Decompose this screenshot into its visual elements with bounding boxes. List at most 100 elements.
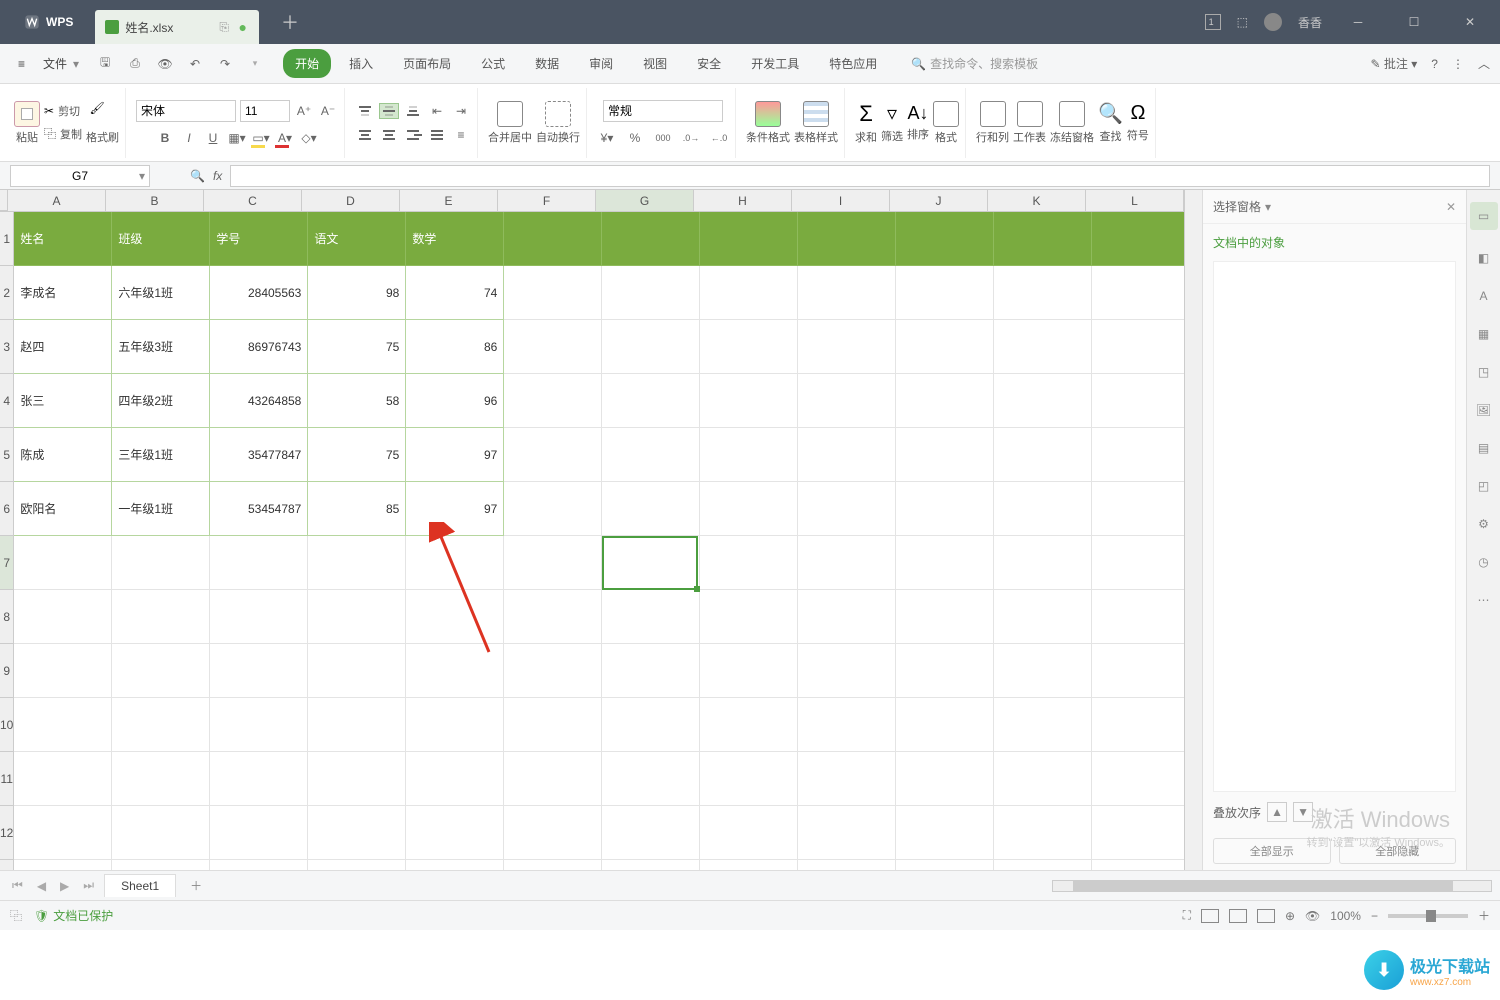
cut-button[interactable]: ✂剪切: [44, 103, 82, 119]
table-style-button[interactable]: 表格样式: [794, 101, 838, 145]
row-header-6[interactable]: 6: [0, 482, 14, 536]
cell[interactable]: [896, 644, 994, 698]
symbol-button[interactable]: Ω符号: [1127, 102, 1149, 143]
cell[interactable]: [14, 644, 112, 698]
cell[interactable]: [700, 428, 798, 482]
rail-chart-icon[interactable]: ◳: [1474, 362, 1494, 382]
cell[interactable]: [112, 644, 210, 698]
cell[interactable]: 97: [406, 482, 504, 536]
row-header-7[interactable]: 7: [0, 536, 14, 590]
cell[interactable]: [14, 590, 112, 644]
italic-icon[interactable]: I: [179, 130, 199, 146]
cell[interactable]: 欧阳名: [14, 482, 112, 536]
more-button[interactable]: ⋮: [1452, 57, 1464, 71]
cell[interactable]: [406, 806, 504, 860]
undo-icon[interactable]: ↶: [185, 54, 205, 74]
cell[interactable]: [896, 806, 994, 860]
cell[interactable]: [994, 536, 1092, 590]
cell[interactable]: 85: [308, 482, 406, 536]
align-middle-icon[interactable]: [379, 103, 399, 119]
thousands-icon[interactable]: 000: [653, 130, 673, 146]
cell[interactable]: [210, 644, 308, 698]
print-preview-icon[interactable]: 👁: [155, 54, 175, 74]
currency-icon[interactable]: ¥▾: [597, 130, 617, 146]
find-button[interactable]: 🔍查找: [1098, 101, 1123, 144]
cell[interactable]: [798, 644, 896, 698]
row-header-11[interactable]: 11: [0, 752, 14, 806]
col-header-A[interactable]: A: [8, 190, 106, 211]
user-avatar[interactable]: [1264, 13, 1282, 31]
sheet-nav-prev[interactable]: ◀: [33, 879, 50, 893]
cell[interactable]: [896, 374, 994, 428]
border-icon[interactable]: ▦▾: [227, 130, 247, 146]
tab-insert[interactable]: 插入: [337, 49, 385, 78]
row-header-5[interactable]: 5: [0, 428, 14, 482]
cell[interactable]: [700, 698, 798, 752]
cell[interactable]: [994, 752, 1092, 806]
cell[interactable]: [308, 644, 406, 698]
rail-table-icon[interactable]: ▦: [1474, 324, 1494, 344]
worksheet-button[interactable]: 工作表: [1013, 101, 1046, 145]
cell[interactable]: [602, 806, 700, 860]
rail-pic-icon[interactable]: ◰: [1474, 476, 1494, 496]
sheet-nav-first[interactable]: ⏮: [8, 878, 27, 893]
cell[interactable]: [308, 698, 406, 752]
rail-more-icon[interactable]: ⋯: [1474, 590, 1494, 610]
font-color-icon[interactable]: A▾: [275, 130, 295, 146]
cell[interactable]: [798, 536, 896, 590]
increase-decimal-icon[interactable]: .0→: [681, 130, 701, 146]
tab-formula[interactable]: 公式: [469, 49, 517, 78]
col-header-C[interactable]: C: [204, 190, 302, 211]
cell[interactable]: 28405563: [210, 266, 308, 320]
cell[interactable]: 86: [406, 320, 504, 374]
cell[interactable]: [504, 374, 602, 428]
tab-security[interactable]: 安全: [685, 49, 733, 78]
format-button[interactable]: 格式: [933, 101, 959, 145]
cell[interactable]: [1092, 320, 1184, 374]
col-header-I[interactable]: I: [792, 190, 890, 211]
cell[interactable]: [994, 428, 1092, 482]
cell[interactable]: [1092, 590, 1184, 644]
zoom-out-button[interactable]: −: [1371, 909, 1378, 923]
cell[interactable]: [700, 374, 798, 428]
cell[interactable]: [112, 590, 210, 644]
cell[interactable]: [994, 806, 1092, 860]
name-box[interactable]: G7 ▾: [10, 165, 150, 187]
cell[interactable]: [700, 752, 798, 806]
dropdown-icon[interactable]: ▾: [245, 54, 265, 74]
collapse-ribbon-button[interactable]: ︿: [1478, 55, 1490, 72]
cell[interactable]: [994, 590, 1092, 644]
cell[interactable]: [798, 806, 896, 860]
row-header-1[interactable]: 1: [0, 212, 14, 266]
select-all-corner[interactable]: [0, 190, 8, 211]
freeze-button[interactable]: 冻结窗格: [1050, 101, 1094, 145]
cell[interactable]: 58: [308, 374, 406, 428]
cell[interactable]: [210, 590, 308, 644]
feedback-icon[interactable]: ⬚: [1237, 15, 1248, 29]
cell[interactable]: [14, 860, 112, 870]
font-name-select[interactable]: [136, 100, 236, 122]
cell[interactable]: 96: [406, 374, 504, 428]
cell[interactable]: 数学: [406, 212, 504, 266]
col-header-E[interactable]: E: [400, 190, 498, 211]
cell[interactable]: [602, 266, 700, 320]
cell[interactable]: [14, 752, 112, 806]
cell[interactable]: [602, 644, 700, 698]
cell[interactable]: 97: [406, 428, 504, 482]
vertical-scrollbar[interactable]: [1184, 190, 1202, 870]
cell[interactable]: [798, 212, 896, 266]
cell[interactable]: [700, 806, 798, 860]
window-mode-icon[interactable]: 1: [1205, 14, 1221, 30]
align-left-icon[interactable]: [355, 127, 375, 143]
cell[interactable]: [798, 590, 896, 644]
print-icon[interactable]: ⎙: [125, 54, 145, 74]
cell[interactable]: 陈成: [14, 428, 112, 482]
fx-label[interactable]: fx: [213, 169, 222, 183]
read-mode-icon[interactable]: ⊕: [1285, 909, 1295, 923]
fullscreen-icon[interactable]: ⛶: [1183, 908, 1191, 923]
cell[interactable]: [798, 482, 896, 536]
cell[interactable]: [798, 752, 896, 806]
paste-button[interactable]: 粘贴: [14, 101, 40, 145]
cell[interactable]: 53454787: [210, 482, 308, 536]
row-col-button[interactable]: 行和列: [976, 101, 1009, 145]
